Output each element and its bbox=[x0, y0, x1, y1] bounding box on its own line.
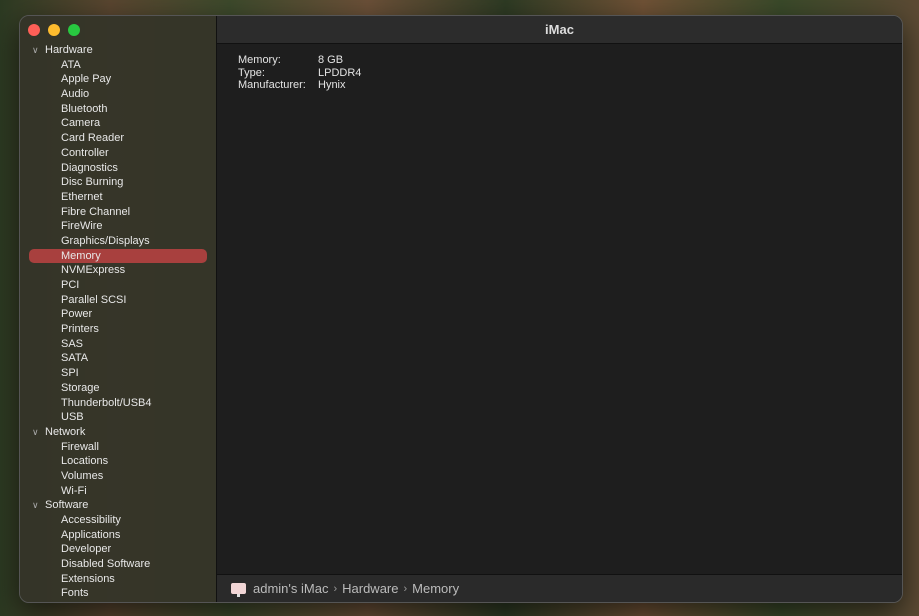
detail-key: Memory: bbox=[238, 54, 281, 66]
sidebar-item-fonts[interactable]: Fonts bbox=[20, 586, 207, 601]
sidebar-group-label: Hardware bbox=[45, 44, 93, 56]
sidebar-group-software[interactable]: ∨ Software bbox=[20, 498, 207, 513]
sidebar-item-storage[interactable]: Storage bbox=[20, 381, 207, 396]
detail-value: LPDDR4 bbox=[318, 66, 362, 79]
imac-icon bbox=[231, 583, 246, 597]
chevron-down-icon[interactable]: ∨ bbox=[32, 425, 45, 440]
sidebar-item-ethernet[interactable]: Ethernet bbox=[20, 190, 207, 205]
breadcrumb-item[interactable]: admin's iMac bbox=[253, 581, 328, 596]
sidebar-item-graphics-displays[interactable]: Graphics/Displays bbox=[20, 234, 207, 249]
zoom-button[interactable] bbox=[68, 24, 80, 36]
sidebar-item-disc-burning[interactable]: Disc Burning bbox=[20, 175, 207, 190]
sidebar-item-usb[interactable]: USB bbox=[20, 410, 207, 425]
chevron-right-icon: › bbox=[403, 582, 408, 595]
detail-row: Manufacturer: Hynix bbox=[238, 79, 881, 92]
sidebar-item-nvmexpress[interactable]: NVMExpress bbox=[20, 263, 207, 278]
sidebar-item-disabled-software[interactable]: Disabled Software bbox=[20, 557, 207, 572]
sidebar-item-memory[interactable]: Memory bbox=[29, 248, 207, 264]
chevron-down-icon[interactable]: ∨ bbox=[32, 498, 45, 513]
window-title: iMac bbox=[217, 16, 902, 44]
sidebar-item-camera[interactable]: Camera bbox=[20, 116, 207, 131]
breadcrumb-item[interactable]: Memory bbox=[412, 581, 459, 596]
sidebar-item-printers[interactable]: Printers bbox=[20, 322, 207, 337]
sidebar-item-controller[interactable]: Controller bbox=[20, 146, 207, 161]
detail-row: Type: LPDDR4 bbox=[238, 67, 881, 80]
sidebar-item-audio[interactable]: Audio bbox=[20, 87, 207, 102]
sidebar-group-network[interactable]: ∨ Network bbox=[20, 425, 207, 440]
sidebar-item-spi[interactable]: SPI bbox=[20, 366, 207, 381]
minimize-button[interactable] bbox=[48, 24, 60, 36]
sidebar-item-extensions[interactable]: Extensions bbox=[20, 572, 207, 587]
sidebar-item-locations[interactable]: Locations bbox=[20, 454, 207, 469]
detail-row: Memory: 8 GB bbox=[238, 54, 881, 67]
sidebar-item-power[interactable]: Power bbox=[20, 307, 207, 322]
detail-value: Hynix bbox=[318, 79, 346, 91]
main-pane: iMac Memory: 8 GB Type: LPDDR4 Manufacturer:… bbox=[217, 16, 902, 602]
detail-key: Type: bbox=[238, 66, 265, 79]
sidebar-item-firewall[interactable]: Firewall bbox=[20, 440, 207, 455]
sidebar-item-thunderbolt-usb4[interactable]: Thunderbolt/USB4 bbox=[20, 396, 207, 411]
breadcrumb-item[interactable]: Hardware bbox=[342, 581, 398, 596]
sidebar-item-diagnostics[interactable]: Diagnostics bbox=[20, 161, 207, 176]
sidebar-item-wi-fi[interactable]: Wi-Fi bbox=[20, 484, 207, 499]
sidebar-group-hardware[interactable]: ∨ Hardware bbox=[20, 43, 207, 58]
detail-value: 8 GB bbox=[318, 54, 344, 66]
sidebar-group-label: Network bbox=[45, 425, 86, 438]
sidebar-item-volumes[interactable]: Volumes bbox=[20, 469, 207, 484]
sidebar-item-pci[interactable]: PCI bbox=[20, 278, 207, 293]
sidebar-item-sata[interactable]: SATA bbox=[20, 351, 207, 366]
sidebar-item-accessibility[interactable]: Accessibility bbox=[20, 513, 207, 528]
sidebar-item-card-reader[interactable]: Card Reader bbox=[20, 131, 207, 146]
close-button[interactable] bbox=[28, 24, 40, 36]
sidebar-item-applications[interactable]: Applications bbox=[20, 528, 207, 543]
sidebar-item-parallel-scsi[interactable]: Parallel SCSI bbox=[20, 293, 207, 308]
chevron-down-icon[interactable]: ∨ bbox=[32, 43, 45, 58]
sidebar-item-fibre-channel[interactable]: Fibre Channel bbox=[20, 205, 207, 220]
breadcrumb: admin's iMac › Hardware › Memory bbox=[217, 574, 902, 602]
sidebar-tree[interactable]: ∨ Hardware ATA Apple Pay Audio Bluetooth Camer… bbox=[20, 43, 216, 602]
window-controls bbox=[28, 24, 80, 36]
sidebar-item-sas[interactable]: SAS bbox=[20, 337, 207, 352]
sidebar-item-firewire[interactable]: FireWire bbox=[20, 219, 207, 234]
sidebar-item-frameworks[interactable]: Frameworks bbox=[20, 601, 207, 602]
system-information-window: ∨ Hardware ATA Apple Pay Audio Bluetooth Camer… bbox=[19, 15, 903, 603]
sidebar-item-developer[interactable]: Developer bbox=[20, 542, 207, 557]
chevron-right-icon: › bbox=[333, 582, 338, 595]
sidebar-group-label: Software bbox=[45, 499, 89, 512]
sidebar-item-apple-pay[interactable]: Apple Pay bbox=[20, 72, 207, 87]
detail-panel: Memory: 8 GB Type: LPDDR4 Manufacturer: Hynix bbox=[217, 44, 902, 102]
detail-key: Manufacturer: bbox=[238, 79, 306, 91]
sidebar-item-bluetooth[interactable]: Bluetooth bbox=[20, 102, 207, 117]
sidebar: ∨ Hardware ATA Apple Pay Audio Bluetooth Camer… bbox=[20, 16, 217, 602]
sidebar-item-ata[interactable]: ATA bbox=[20, 58, 207, 73]
